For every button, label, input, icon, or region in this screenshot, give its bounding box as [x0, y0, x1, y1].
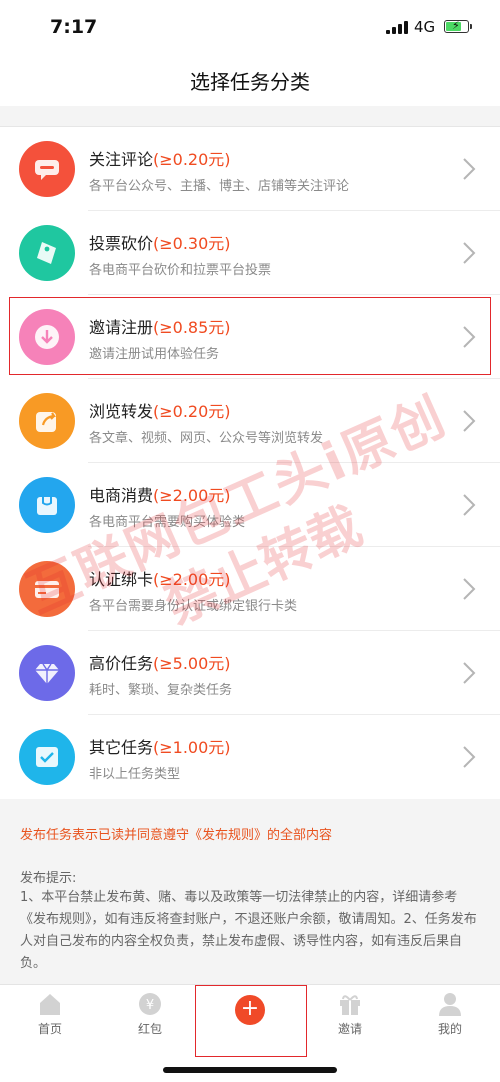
tab-red-packet[interactable]: ¥ 红包: [120, 991, 180, 1041]
vote-tag-icon: [19, 225, 75, 281]
task-item-other[interactable]: 其它任务(≥1.00元) 非以上任务类型: [0, 715, 500, 799]
task-name: 高价任务(≥5.00元): [89, 654, 231, 673]
checkbox-icon: [19, 729, 75, 785]
tab-invite[interactable]: 邀请: [320, 991, 380, 1041]
chevron-right-icon: [463, 494, 476, 516]
tab-home[interactable]: 首页: [20, 991, 80, 1041]
chevron-right-icon: [463, 326, 476, 348]
chevron-right-icon: [463, 746, 476, 768]
status-time: 7:17: [50, 16, 98, 38]
task-price: (≥2.00元): [153, 486, 231, 505]
page-title: 选择任务分类: [190, 70, 310, 94]
publish-highlight-box: [195, 985, 307, 1057]
chevron-right-icon: [463, 578, 476, 600]
task-price: (≥2.00元): [153, 570, 231, 589]
shop-icon: [19, 477, 75, 533]
profile-icon: [439, 993, 461, 1016]
svg-text:¥: ¥: [146, 998, 154, 1013]
task-name: 电商消费(≥2.00元): [89, 486, 231, 505]
task-list: 关注评论(≥0.20元) 各平台公众号、主播、博主、店铺等关注评论 投票砍价(≥…: [0, 126, 500, 799]
task-price: (≥5.00元): [153, 654, 231, 673]
task-desc: 耗时、繁琐、复杂类任务: [89, 683, 233, 698]
task-name: 认证绑卡(≥2.00元): [89, 570, 231, 589]
task-price: (≥0.20元): [153, 402, 231, 421]
chevron-right-icon: [463, 242, 476, 264]
task-item-bind-card[interactable]: 认证绑卡(≥2.00元) 各平台需要身份认证或绑定银行卡类: [0, 547, 500, 631]
task-item-vote-bargain[interactable]: 投票砍价(≥0.30元) 各电商平台砍价和拉票平台投票: [0, 211, 500, 295]
task-item-ecommerce[interactable]: 电商消费(≥2.00元) 各电商平台需要购买体验类: [0, 463, 500, 547]
tab-label: 首页: [37, 1022, 62, 1036]
task-desc: 各平台公众号、主播、博主、店铺等关注评论: [89, 179, 350, 194]
tab-label: 红包: [137, 1022, 162, 1036]
comment-icon: [19, 141, 75, 197]
bank-card-icon: [19, 561, 75, 617]
task-price: (≥0.30元): [153, 234, 231, 253]
task-name: 邀请注册(≥0.85元): [89, 318, 231, 337]
task-item-follow-comment[interactable]: 关注评论(≥0.20元) 各平台公众号、主播、博主、店铺等关注评论: [0, 127, 500, 211]
notice-body: 1、本平台禁止发布黄、赌、毒以及政策等一切法律禁止的内容，详细请参考《发布规则》…: [20, 890, 477, 971]
task-name: 投票砍价(≥0.30元): [89, 234, 231, 253]
tab-profile[interactable]: 我的: [420, 991, 480, 1041]
chevron-right-icon: [463, 410, 476, 432]
task-item-browse-share[interactable]: 浏览转发(≥0.20元) 各文章、视频、网页、公众号等浏览转发: [0, 379, 500, 463]
task-desc: 非以上任务类型: [89, 767, 181, 782]
nav-bar: 选择任务分类: [0, 54, 500, 106]
invite-download-icon: [19, 309, 75, 365]
home-indicator: [163, 1067, 337, 1073]
diamond-icon: [19, 645, 75, 701]
rules-agreement[interactable]: 发布任务表示已读并同意遵守《发布规则》的全部内容: [20, 824, 332, 843]
task-desc: 各平台需要身份认证或绑定银行卡类: [89, 599, 298, 614]
task-price: (≥0.20元): [153, 150, 231, 169]
tab-label: 邀请: [337, 1022, 362, 1036]
chevron-right-icon: [463, 662, 476, 684]
task-price: (≥0.85元): [153, 318, 231, 337]
share-icon: [19, 393, 75, 449]
network-type: 4G: [414, 18, 436, 36]
task-price: (≥1.00元): [153, 738, 231, 757]
task-name: 浏览转发(≥0.20元): [89, 402, 231, 421]
task-desc: 各文章、视频、网页、公众号等浏览转发: [89, 431, 324, 446]
signal-icon: [386, 21, 408, 34]
publish-notice: 发布任务表示已读并同意遵守《发布规则》的全部内容 发布提示: 1、本平台禁止发布…: [0, 804, 500, 984]
gift-icon: [340, 995, 360, 1015]
task-desc: 各电商平台砍价和拉票平台投票: [89, 263, 272, 278]
task-desc: 各电商平台需要购买体验类: [89, 515, 246, 530]
notice-heading: 发布提示:: [20, 871, 77, 886]
task-name: 其它任务(≥1.00元): [89, 738, 231, 757]
status-bar: 7:17 4G ⚡: [0, 0, 500, 54]
chevron-right-icon: [463, 158, 476, 180]
home-icon: [40, 994, 60, 1015]
battery-icon: ⚡: [444, 19, 472, 33]
task-item-invite-register[interactable]: 邀请注册(≥0.85元) 邀请注册试用体验任务: [0, 295, 500, 379]
task-item-high-price[interactable]: 高价任务(≥5.00元) 耗时、繁琐、复杂类任务: [0, 631, 500, 715]
tab-label: 我的: [437, 1022, 462, 1036]
red-packet-icon: ¥: [139, 993, 161, 1015]
task-name: 关注评论(≥0.20元): [89, 150, 231, 169]
task-desc: 邀请注册试用体验任务: [89, 347, 220, 362]
